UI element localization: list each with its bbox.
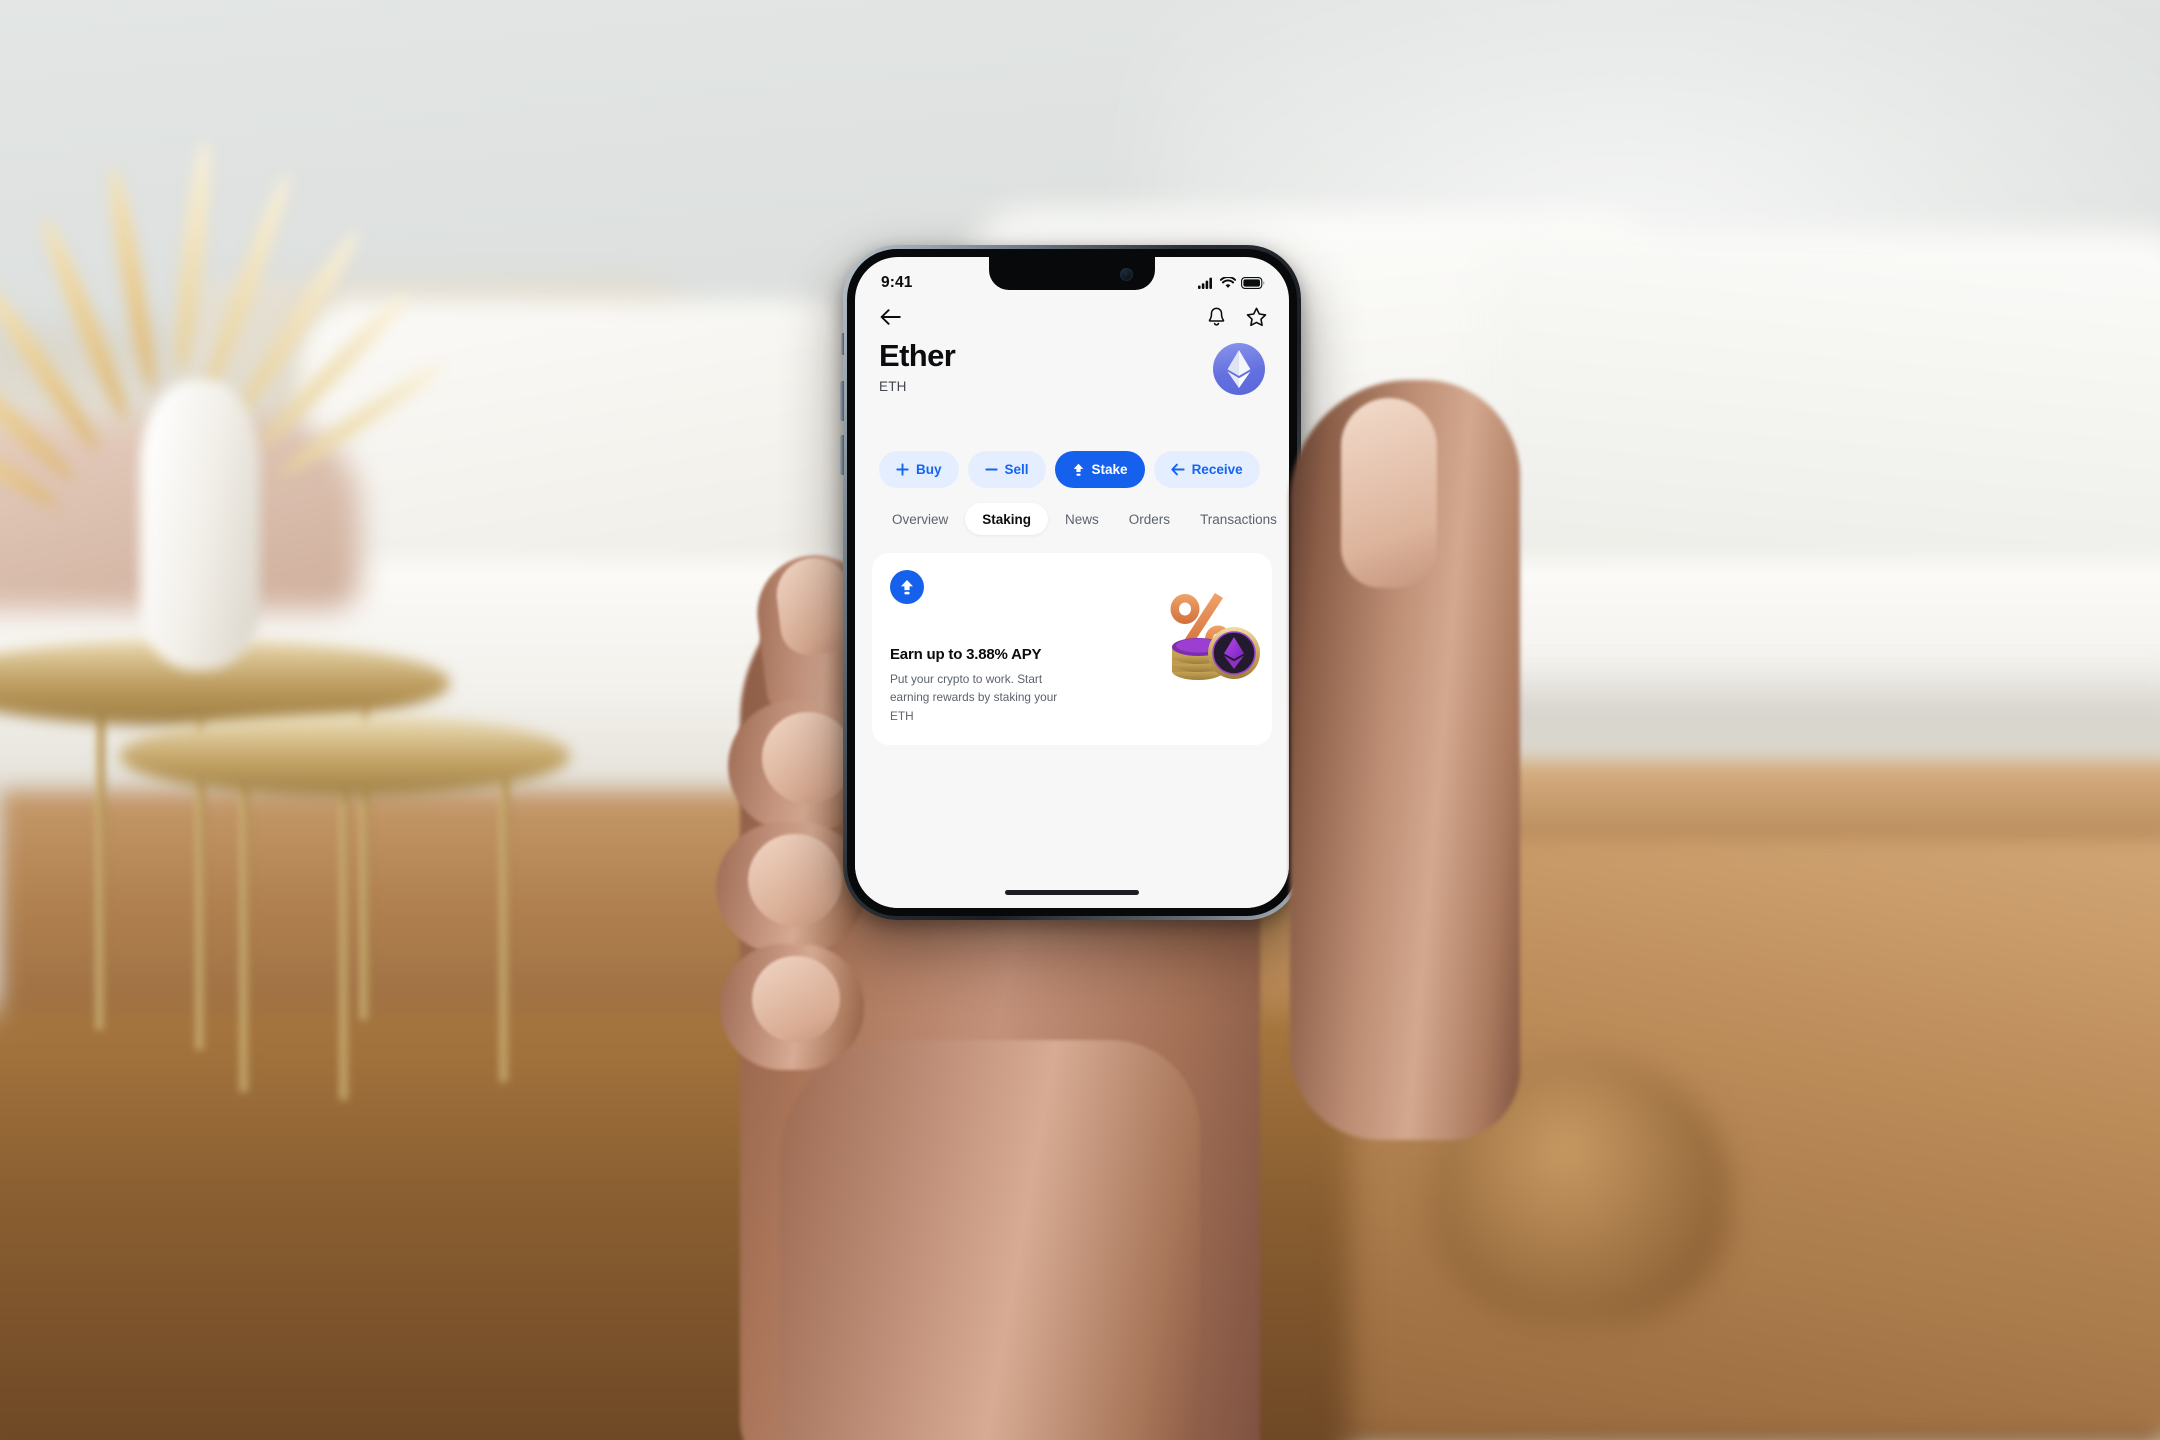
- battery-icon: [1241, 277, 1265, 289]
- app-nav-bar: [855, 299, 1289, 339]
- thumbnail: [1341, 398, 1437, 588]
- ethereum-coin: [1208, 627, 1260, 679]
- stake-button[interactable]: Stake: [1054, 451, 1145, 488]
- plus-icon: [896, 463, 909, 476]
- photo-scene: 9:41 Ether ETH Buy Sell Stake Receive Ov…: [0, 0, 2160, 1440]
- stake-arrow-glyph: [901, 579, 913, 594]
- asset-header: Ether ETH: [855, 339, 1289, 395]
- arrow-left-icon: [1170, 463, 1185, 476]
- sell-button-label: Sell: [1004, 462, 1029, 477]
- stake-arrow-icon: [1073, 463, 1083, 476]
- page-title: Ether: [879, 338, 956, 373]
- percent-coins-eth-icon: [1170, 593, 1260, 680]
- fingernail: [762, 712, 854, 804]
- back-arrow-icon: [880, 308, 901, 325]
- status-icons: [1198, 277, 1265, 289]
- buy-button[interactable]: Buy: [879, 451, 959, 488]
- phone-device: 9:41 Ether ETH Buy Sell Stake Receive Ov…: [840, 245, 1301, 920]
- tab-overview-label: Overview: [892, 511, 949, 527]
- staking-tab-content: Earn up to 3.88% APY Put your crypto to …: [855, 547, 1289, 908]
- front-camera-icon: [1120, 268, 1133, 281]
- staking-promo-card[interactable]: Earn up to 3.88% APY Put your crypto to …: [872, 553, 1272, 745]
- star-icon: [1246, 307, 1267, 326]
- tab-staking-label: Staking: [982, 511, 1032, 527]
- bell-icon: [1208, 307, 1225, 326]
- stake-button-label: Stake: [1091, 462, 1128, 477]
- tab-transactions[interactable]: Transactions: [1187, 503, 1289, 535]
- tab-orders[interactable]: Orders: [1116, 503, 1183, 535]
- asset-identity: Ether ETH: [879, 338, 956, 395]
- tab-overview[interactable]: Overview: [879, 503, 961, 535]
- minus-icon: [984, 468, 998, 471]
- staking-promo-subtitle: Put your crypto to work. Start earning r…: [890, 672, 1058, 723]
- fingernail: [748, 834, 842, 926]
- wrist: [780, 1040, 1200, 1440]
- tab-staking[interactable]: Staking: [965, 503, 1049, 535]
- sell-button[interactable]: Sell: [967, 451, 1046, 488]
- nav-actions: [1207, 307, 1267, 332]
- stake-arrow-icon: [890, 570, 924, 604]
- phone-screen: 9:41 Ether ETH Buy Sell Stake Receive Ov…: [855, 257, 1289, 908]
- receive-button[interactable]: Receive: [1153, 451, 1260, 488]
- notifications-button[interactable]: [1207, 307, 1226, 332]
- back-button[interactable]: [879, 308, 901, 331]
- volume-down-button[interactable]: [840, 435, 844, 475]
- receive-button-label: Receive: [1191, 462, 1243, 477]
- wifi-icon: [1220, 277, 1236, 288]
- phone-bezel: 9:41 Ether ETH Buy Sell Stake Receive Ov…: [847, 249, 1297, 916]
- status-time: 9:41: [881, 274, 913, 291]
- asset-tab-bar: Overview Staking News Orders Transaction…: [855, 503, 1289, 535]
- tab-transactions-label: Transactions: [1200, 511, 1277, 527]
- ethereum-diamond-icon: [1227, 350, 1251, 388]
- tab-news-label: News: [1065, 511, 1099, 527]
- tab-orders-label: Orders: [1128, 511, 1171, 527]
- home-indicator[interactable]: [1005, 890, 1139, 895]
- silent-switch[interactable]: [841, 333, 844, 355]
- buy-button-label: Buy: [916, 462, 942, 477]
- tab-news[interactable]: News: [1052, 503, 1112, 535]
- favorite-button[interactable]: [1246, 307, 1267, 332]
- cellular-signal-icon: [1198, 277, 1212, 289]
- display-notch: [989, 257, 1155, 290]
- ethereum-logo-icon: [1213, 343, 1265, 395]
- asset-action-buttons: Buy Sell Stake Receive: [855, 451, 1289, 488]
- fingernail: [752, 956, 840, 1042]
- asset-symbol: ETH: [879, 379, 907, 395]
- percent-coins-eth-illustration: [1160, 587, 1264, 685]
- volume-up-button[interactable]: [840, 381, 844, 421]
